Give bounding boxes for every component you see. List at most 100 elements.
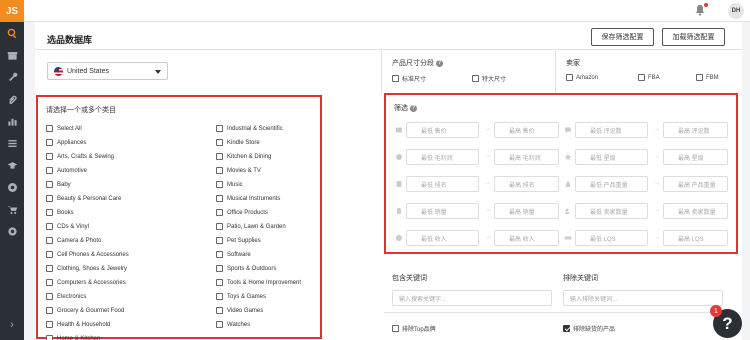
checkbox[interactable] [46,209,53,216]
filter-max-input[interactable]: 最高 排名 [494,176,559,192]
category-checkbox[interactable]: Software [216,251,251,258]
checkbox[interactable] [216,251,223,258]
category-checkbox[interactable]: CDs & Vinyl [46,223,89,230]
checkbox[interactable] [216,307,223,314]
category-checkbox[interactable]: Movies & TV [216,167,261,174]
checkbox[interactable] [216,209,223,216]
nav-item-settings[interactable] [0,220,24,242]
category-checkbox[interactable]: Electronics [46,293,86,300]
nav-item-extensions[interactable] [0,176,24,198]
checkbox[interactable] [46,181,53,188]
category-checkbox[interactable]: Kindle Store [216,139,260,146]
category-checkbox[interactable]: Appliances [46,139,86,146]
checkbox[interactable] [216,321,223,328]
category-checkbox[interactable]: Patio, Lawn & Garden [216,223,286,230]
filter-min-input[interactable]: 最低 售价 [406,122,479,138]
exclude-keywords-input[interactable]: 输入排除关键词... [563,290,723,306]
category-checkbox[interactable]: Select All [46,125,82,132]
category-checkbox[interactable]: Beauty & Personal Care [46,195,121,202]
seller-amazon-checkbox[interactable]: Amazon [566,74,598,81]
category-checkbox[interactable]: Musical Instruments [216,195,280,202]
category-checkbox[interactable]: Toys & Games [216,293,266,300]
expand-sidebar-button[interactable]: › [0,316,24,334]
save-filter-button[interactable]: 保存筛选配置 [591,28,654,46]
nav-item-cart[interactable] [0,198,24,220]
filter-max-input[interactable]: 最高 收入 [494,230,559,246]
checkbox[interactable] [216,195,223,202]
seller-fba-checkbox[interactable]: FBA [638,74,660,81]
nav-item-analytics[interactable] [0,110,24,132]
checkbox[interactable] [216,293,223,300]
category-checkbox[interactable]: Kitchen & Dining [216,153,271,160]
nav-item-list[interactable] [0,132,24,154]
filter-max-input[interactable]: 最高 LQS [663,230,728,246]
category-checkbox[interactable]: Computers & Accessories [46,279,126,286]
exclude-out-of-stock-checkbox[interactable]: 排除缺货的产品 [563,324,615,333]
exclude-top-brands-checkbox[interactable]: 排除Top品牌 [392,324,436,333]
checkbox[interactable] [216,125,223,132]
checkbox[interactable] [46,265,53,272]
market-select[interactable]: United States [47,62,168,80]
app-logo[interactable]: JS [0,0,24,22]
category-checkbox[interactable]: Watches [216,321,250,328]
seller-fbm-checkbox[interactable]: FBM [696,74,719,81]
category-checkbox[interactable]: Home & Kitchen [46,335,100,340]
checkbox[interactable] [216,167,223,174]
checkbox[interactable] [46,139,53,146]
checkbox[interactable] [392,325,399,332]
filter-max-input[interactable]: 最高 产品重量 [663,176,728,192]
checkbox[interactable] [46,279,53,286]
filter-min-input[interactable]: 最低 评论数 [575,122,648,138]
checkbox[interactable] [638,74,645,81]
include-keywords-input[interactable]: 输入搜索关键字... [392,290,552,306]
nav-item-academy[interactable] [0,154,24,176]
checkbox[interactable] [216,181,223,188]
checkbox[interactable] [46,307,53,314]
category-checkbox[interactable]: Sports & Outdoors [216,265,276,272]
size-standard-checkbox[interactable]: 标准尺寸 [392,74,426,83]
category-checkbox[interactable]: Music [216,181,243,188]
category-checkbox[interactable]: Books [46,209,74,216]
checkbox[interactable] [216,139,223,146]
checkbox[interactable] [216,237,223,244]
category-checkbox[interactable]: Video Games [216,307,263,314]
filter-min-input[interactable]: 最低 星级 [575,149,648,165]
category-checkbox[interactable]: Industrial & Scientific [216,125,283,132]
nav-item-store[interactable] [0,44,24,66]
checkbox[interactable] [46,321,53,328]
filter-max-input[interactable]: 最高 星级 [663,149,728,165]
category-checkbox[interactable]: Pet Supplies [216,237,261,244]
product-database-nav[interactable] [0,22,24,44]
load-filter-button[interactable]: 加载筛选配置 [662,28,725,46]
category-checkbox[interactable]: Cell Phones & Accessories [46,251,129,258]
filter-min-input[interactable]: 最低 LQS [575,230,648,246]
checkbox[interactable] [46,293,53,300]
filter-min-input[interactable]: 最低 卖家数量 [575,203,648,219]
category-checkbox[interactable]: Grocery & Gourmet Food [46,307,124,314]
filter-min-input[interactable]: 最低 排名 [406,176,479,192]
avatar[interactable]: DH [728,3,744,19]
checkbox[interactable] [216,223,223,230]
category-checkbox[interactable]: Automotive [46,167,87,174]
filter-max-input[interactable]: 最高 毛利润 [494,149,559,165]
filter-max-input[interactable]: 最高 评论数 [663,122,728,138]
help-icon[interactable]: ? [436,59,443,67]
filter-min-input[interactable]: 最低 收入 [406,230,479,246]
notifications-button[interactable] [694,3,708,18]
category-checkbox[interactable]: Camera & Photo [46,237,101,244]
filter-min-input[interactable]: 最低 销量 [406,203,479,219]
nav-item-tools[interactable] [0,66,24,88]
filter-min-input[interactable]: 最低 毛利润 [406,149,479,165]
filter-max-input[interactable]: 最高 卖家数量 [663,203,728,219]
nav-item-tracker[interactable] [0,88,24,110]
checkbox[interactable] [46,125,53,132]
checkbox[interactable] [216,279,223,286]
filter-max-input[interactable]: 最高 销量 [494,203,559,219]
checkbox[interactable] [46,251,53,258]
checkbox[interactable] [563,325,570,332]
category-checkbox[interactable]: Arts, Crafts & Sewing [46,153,114,160]
checkbox[interactable] [472,75,479,82]
checkbox[interactable] [46,223,53,230]
category-checkbox[interactable]: Health & Household [46,321,110,328]
help-icon[interactable]: ? [410,104,417,112]
